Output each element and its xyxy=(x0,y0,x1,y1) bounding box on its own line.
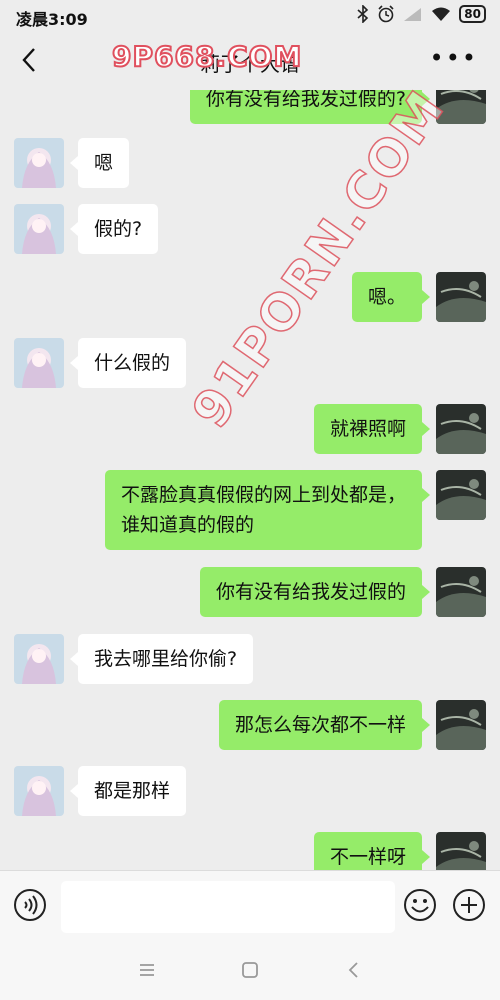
message-bubble-self[interactable]: 你有没有给我发过假的 xyxy=(199,567,431,617)
message-input[interactable] xyxy=(61,881,395,933)
message-bubble-self[interactable]: 那怎么每次都不一样 xyxy=(218,700,431,750)
message-bubble-self[interactable]: 嗯。 xyxy=(351,272,431,322)
status-bar: 凌晨3:09 80 xyxy=(0,0,500,32)
status-time: 凌晨3:09 xyxy=(16,10,88,29)
self-avatar[interactable] xyxy=(436,404,486,454)
more-options-icon[interactable]: ••• xyxy=(430,44,478,72)
contact-avatar[interactable] xyxy=(14,338,64,388)
contact-avatar[interactable] xyxy=(14,766,64,816)
back-nav-icon[interactable] xyxy=(342,958,366,982)
signal-icon xyxy=(404,8,422,21)
chat-title: 莉了个大谱 xyxy=(200,52,300,76)
message-bubble-self[interactable]: 不一样呀 xyxy=(313,832,431,870)
message-bubble-other[interactable]: 嗯 xyxy=(69,138,130,188)
contact-avatar[interactable] xyxy=(14,138,64,188)
message-bubble-other[interactable]: 假的? xyxy=(69,204,159,254)
contact-avatar[interactable] xyxy=(14,204,64,254)
message-bubble-other[interactable]: 什么假的 xyxy=(69,338,187,388)
input-bar xyxy=(0,870,500,941)
message-bubble-other[interactable]: 我去哪里给你偷? xyxy=(69,634,254,684)
self-avatar[interactable] xyxy=(436,567,486,617)
message-list[interactable]: 你有没有给我发过假的? 嗯 假的? 嗯。 什么假的 就裸照啊 不露脸真真假假的网… xyxy=(0,90,500,870)
voice-input-icon[interactable] xyxy=(13,888,47,922)
more-functions-icon[interactable] xyxy=(452,888,486,922)
menu-icon[interactable] xyxy=(135,958,159,982)
self-avatar[interactable] xyxy=(436,832,486,870)
message-bubble-other[interactable]: 都是那样 xyxy=(69,766,187,816)
self-avatar[interactable] xyxy=(436,470,486,520)
self-avatar[interactable] xyxy=(436,700,486,750)
bluetooth-icon xyxy=(357,5,369,23)
self-avatar[interactable] xyxy=(436,90,486,124)
system-navigation-bar xyxy=(0,940,500,1000)
battery-level: 80 xyxy=(459,5,486,23)
chat-header: 莉了个大谱 ••• xyxy=(0,32,500,90)
message-bubble-self[interactable]: 不露脸真真假假的网上到处都是， 谁知道真的假的 xyxy=(104,470,431,550)
alarm-icon xyxy=(378,5,394,23)
message-bubble-self[interactable]: 你有没有给我发过假的? xyxy=(189,90,431,124)
message-bubble-self[interactable]: 就裸照啊 xyxy=(313,404,431,454)
home-icon[interactable] xyxy=(238,958,262,982)
self-avatar[interactable] xyxy=(436,272,486,322)
emoji-icon[interactable] xyxy=(403,888,437,922)
wifi-icon xyxy=(432,7,451,21)
status-icons: 80 xyxy=(357,5,486,23)
contact-avatar[interactable] xyxy=(14,634,64,684)
